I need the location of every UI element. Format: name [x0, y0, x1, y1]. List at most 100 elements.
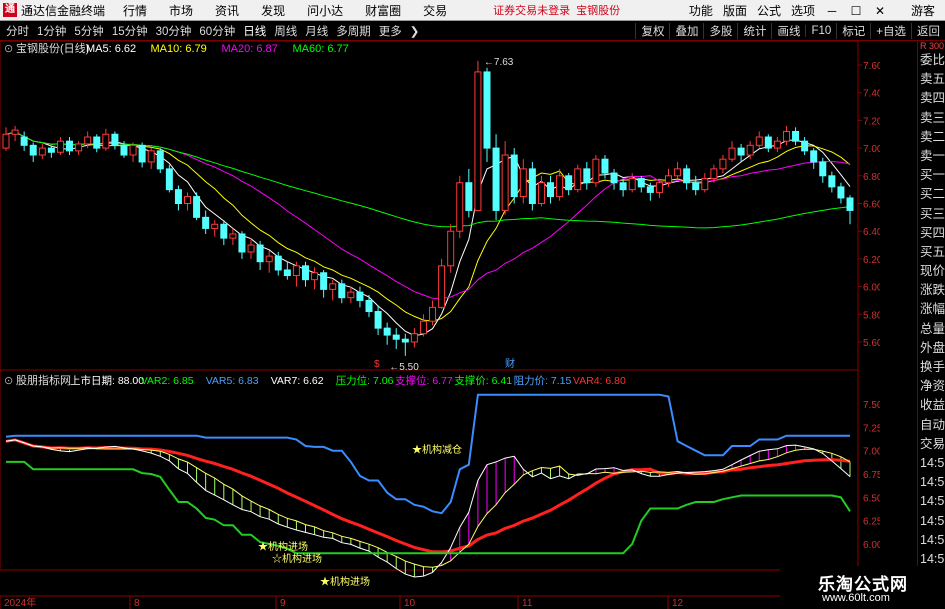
quote-field-label: 涨跌: [920, 283, 945, 298]
menu-item-formula[interactable]: 公式: [757, 2, 781, 19]
back-button[interactable]: 返回: [911, 23, 945, 39]
ma-legend-item: MA5: 6.62: [86, 43, 136, 55]
chart-settings-icon[interactable]: ⊙: [4, 43, 13, 55]
indicator-legend-item: VAR7: 6.62: [271, 375, 324, 387]
draw-line-button[interactable]: 画线: [771, 23, 805, 39]
quote-field-label: 买一: [920, 168, 945, 183]
app-title: 通达信金融终端: [21, 3, 106, 18]
overlay-button[interactable]: 叠加: [669, 23, 703, 39]
y-tick-label: 6.60: [863, 200, 880, 211]
menu-item-discover[interactable]: 发现: [261, 2, 285, 19]
candle-body: [419, 320, 427, 335]
period-tab[interactable]: 5分钟: [74, 23, 103, 39]
candle-body: [846, 197, 854, 211]
candle-body: [737, 147, 745, 156]
period-tab[interactable]: 60分钟: [199, 23, 235, 39]
y-tick-label: 7.00: [863, 144, 880, 155]
candle-body: [75, 143, 83, 152]
menu-item-market-quotes[interactable]: 行情: [123, 2, 147, 19]
quote-field-label: 涨幅: [920, 302, 945, 317]
candle-body: [655, 182, 663, 193]
candle-body: [147, 150, 155, 163]
period-tab[interactable]: 周线: [274, 23, 297, 39]
x-tick-label: 12: [672, 598, 684, 609]
candle-body: [683, 168, 691, 184]
candle-body: [619, 182, 627, 191]
candle-body: [211, 223, 219, 229]
menu-item-ask[interactable]: 问小达: [307, 2, 343, 19]
menu-item-market[interactable]: 市场: [169, 2, 193, 19]
event-marker[interactable]: $: [374, 359, 380, 370]
candle-body: [782, 130, 790, 142]
candle-body: [664, 175, 672, 184]
sub-settings-icon[interactable]: ⊙: [4, 375, 13, 387]
login-notice[interactable]: 证券交易未登录: [493, 2, 570, 18]
menu-item-trade[interactable]: 交易: [423, 2, 447, 19]
quote-field-label: 卖四: [920, 91, 945, 106]
candle-body: [84, 136, 92, 145]
chevron-right-icon[interactable]: ❯: [410, 24, 420, 38]
period-tab[interactable]: 1分钟: [37, 23, 66, 39]
guest-label[interactable]: 游客: [911, 2, 935, 19]
period-tab[interactable]: 月线: [305, 23, 328, 39]
menu-item-function[interactable]: 功能: [689, 2, 713, 19]
quote-field-label[interactable]: 交易: [918, 435, 945, 454]
main-panel-title: 宝钢股份(日线): [16, 41, 89, 55]
candle-body: [828, 175, 836, 188]
statistics-button[interactable]: 统计: [737, 23, 771, 39]
quote-field-label: 外盘: [920, 340, 945, 355]
candle-body: [247, 244, 255, 253]
quote-field-label: 总量: [920, 321, 945, 336]
watermark-url: www.60lt.com: [822, 592, 890, 604]
candle-body: [501, 154, 509, 211]
candle-body: [646, 186, 654, 193]
annotation-label: ★机构减仓: [412, 443, 462, 456]
add-watchlist-button[interactable]: +自选: [870, 23, 911, 39]
mark-button[interactable]: 标记: [836, 23, 870, 39]
period-tab[interactable]: 多周期: [336, 23, 371, 39]
candle-body: [674, 168, 682, 177]
var4-line: [5, 438, 851, 554]
candle-body: [474, 71, 482, 211]
more-periods-button[interactable]: 更多: [379, 23, 402, 39]
period-tab-active[interactable]: 日线: [243, 23, 266, 39]
ma-legend-item: MA60: 6.77: [293, 43, 349, 55]
multi-stock-button[interactable]: 多股: [703, 23, 737, 39]
indicator-legend-item: 支撑价: 6.41: [454, 374, 512, 387]
menu-item-news[interactable]: 资讯: [215, 2, 239, 19]
annotation-label: ★机构进场: [258, 540, 308, 553]
quote-field-label[interactable]: 自动: [918, 416, 945, 435]
quote-field-label: 净资: [920, 379, 945, 394]
kline-chart[interactable]: 7.507.257.006.756.506.256.00⊙ 股朋指标网 上市日期: …: [0, 41, 880, 609]
candle-body: [438, 265, 446, 308]
period-tab[interactable]: 分时: [6, 23, 29, 39]
menu-item-options[interactable]: 选项: [791, 2, 815, 19]
f10-button[interactable]: F10: [805, 25, 836, 37]
var2-line: [5, 439, 851, 568]
finance-event-marker[interactable]: 财: [505, 357, 515, 370]
quote-field-label: 14:56: [920, 532, 945, 547]
annotation-label: ☆机构进场: [272, 552, 322, 565]
menu-item-layout[interactable]: 版面: [723, 2, 747, 19]
x-tick-label: 8: [134, 598, 140, 609]
maximize-icon[interactable]: ☐: [849, 4, 863, 18]
candle-body: [492, 147, 500, 211]
candle-body: [710, 168, 718, 180]
y-tick-label: 5.80: [863, 310, 880, 321]
candle-body: [556, 175, 564, 198]
period-tab[interactable]: 30分钟: [156, 23, 192, 39]
menu-item-wealth[interactable]: 财富圈: [365, 2, 401, 19]
candle-body: [528, 168, 536, 204]
close-icon[interactable]: ✕: [873, 4, 887, 18]
minimize-icon[interactable]: ─: [825, 4, 839, 18]
adjust-button[interactable]: 复权: [635, 23, 669, 39]
indicator-legend-item: VAR2: 6.85: [141, 375, 194, 387]
candle-body: [356, 291, 364, 301]
candle-body: [801, 140, 809, 152]
y-tick-label: 6.20: [863, 255, 880, 266]
candle-body: [601, 158, 609, 174]
sub-y-tick-label: 7.50: [863, 400, 880, 411]
candle-body: [728, 147, 736, 160]
candle-body: [329, 283, 337, 290]
period-tab[interactable]: 15分钟: [112, 23, 148, 39]
